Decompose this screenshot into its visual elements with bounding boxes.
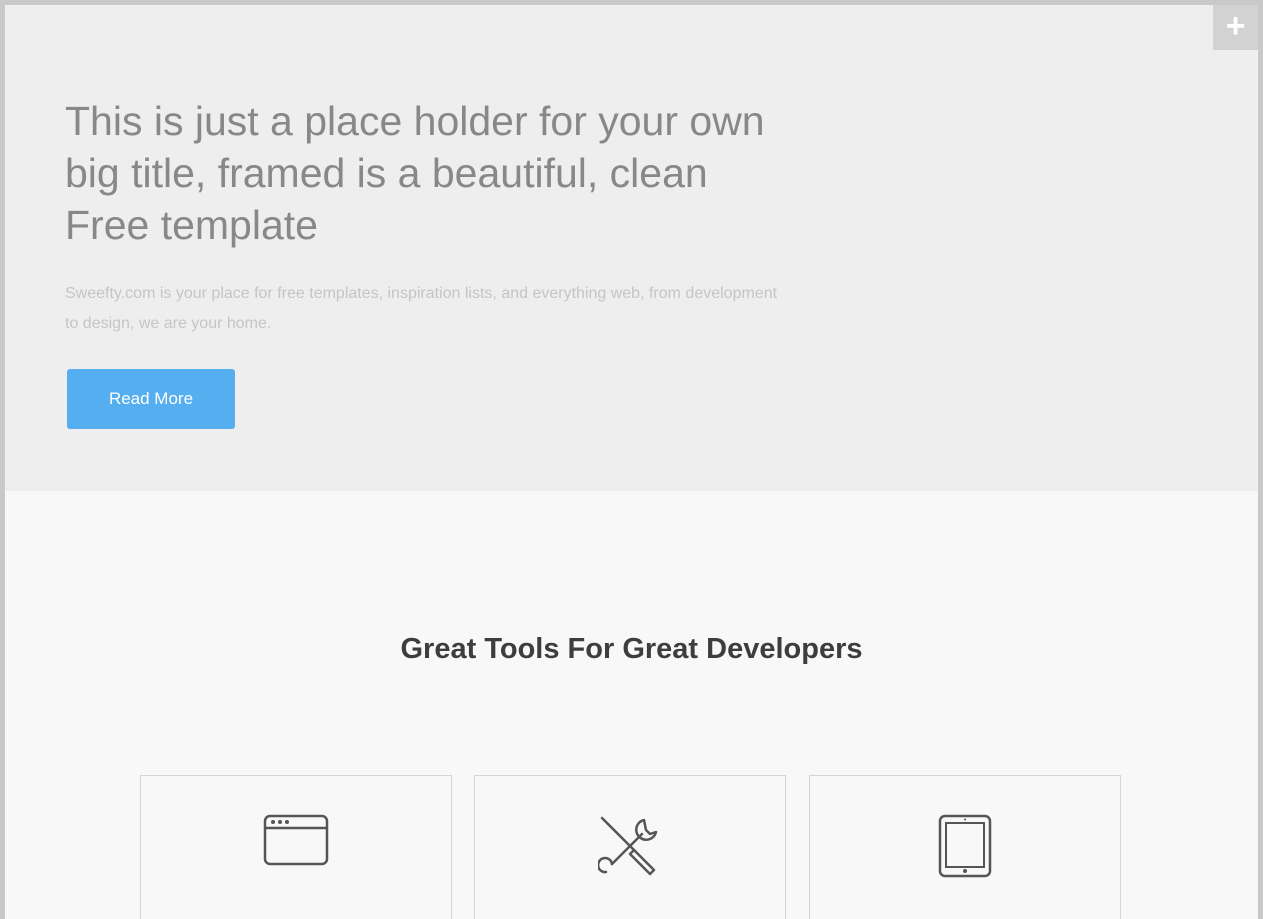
hero-title: This is just a place holder for your own… xyxy=(65,98,765,248)
read-more-button[interactable]: Read More xyxy=(67,369,235,429)
menu-toggle-button[interactable]: + xyxy=(1213,5,1258,50)
feature-card-tablet[interactable] xyxy=(809,775,1121,919)
features-title: Great Tools For Great Developers xyxy=(400,633,863,665)
tablet-icon xyxy=(938,814,992,878)
plus-icon: + xyxy=(1225,7,1246,45)
browser-window-icon xyxy=(263,814,329,866)
hero-description: Sweefty.com is your place for free templ… xyxy=(65,285,778,332)
feature-card-browser[interactable] xyxy=(140,775,452,919)
wrench-screwdriver-icon xyxy=(598,816,658,876)
hero-section: + This is just a place holder for your o… xyxy=(5,5,1258,491)
page-frame: + This is just a place holder for your o… xyxy=(5,5,1258,919)
feature-card-tools[interactable] xyxy=(474,775,786,919)
